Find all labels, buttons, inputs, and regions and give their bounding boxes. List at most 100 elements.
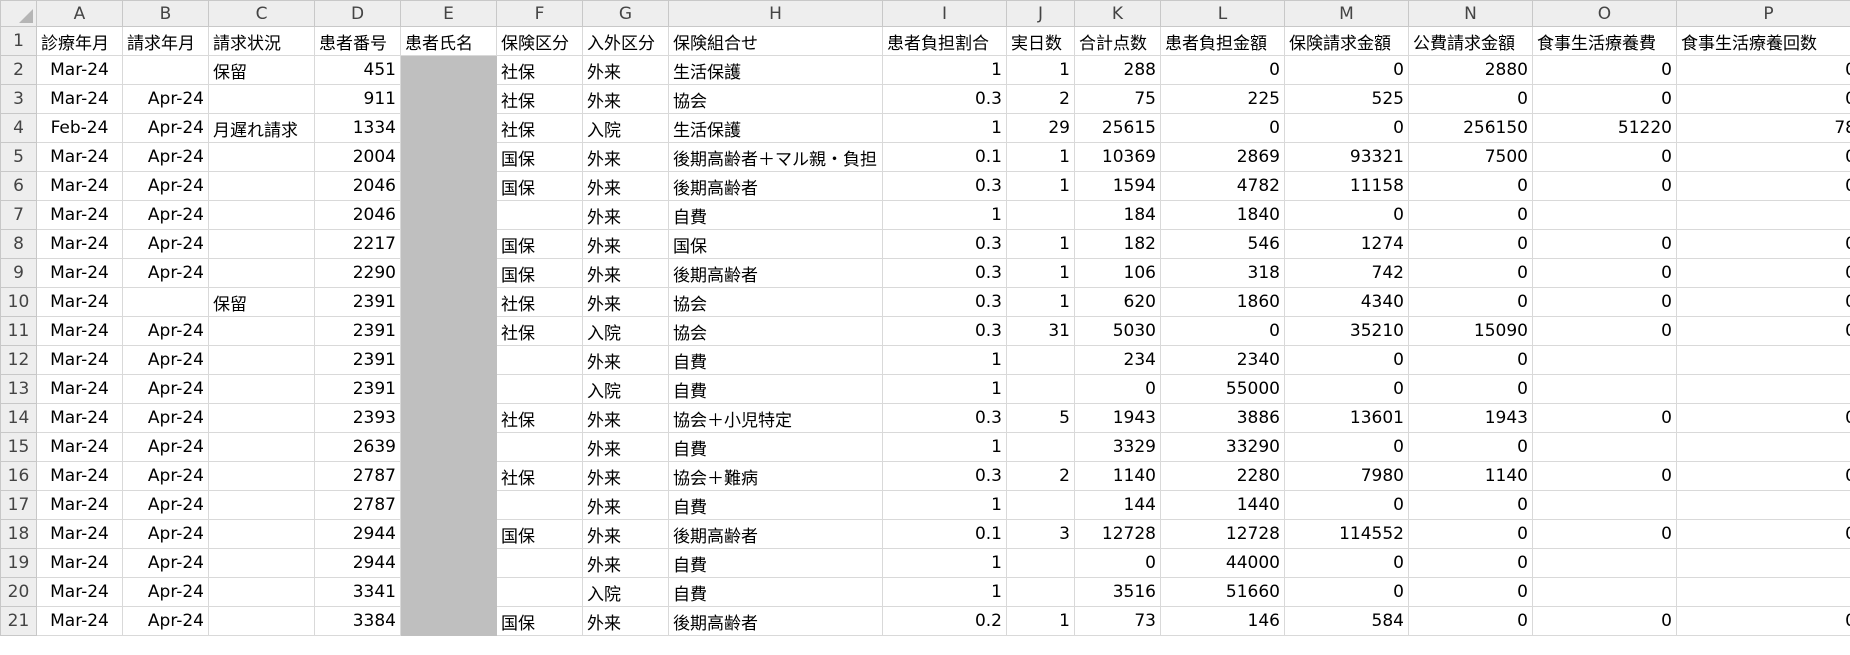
cell-L[interactable]: 2340	[1160, 345, 1285, 375]
cell-D[interactable]: 451	[314, 55, 401, 85]
column-header-L[interactable]: L	[1160, 0, 1285, 27]
cell-K[interactable]: 1594	[1074, 171, 1161, 201]
cell-O[interactable]: 0	[1532, 519, 1677, 549]
cell-L[interactable]: 4782	[1160, 171, 1285, 201]
cell-G[interactable]: 外来	[582, 548, 669, 578]
row-header[interactable]: 5	[0, 142, 37, 172]
cell-G[interactable]: 外来	[582, 432, 669, 462]
cell-A[interactable]: Mar-24	[36, 345, 123, 375]
cell-P[interactable]	[1676, 374, 1850, 404]
select-all-corner[interactable]	[0, 0, 37, 27]
cell-I[interactable]: 患者負担割合	[882, 26, 1007, 56]
cell-L[interactable]: 51660	[1160, 577, 1285, 607]
cell-A[interactable]: Feb-24	[36, 113, 123, 143]
cell-F[interactable]	[496, 345, 583, 375]
cell-O[interactable]: 0	[1532, 461, 1677, 491]
cell-B[interactable]	[122, 55, 209, 85]
cell-L[interactable]: 146	[1160, 606, 1285, 636]
cell-M[interactable]: 0	[1284, 200, 1409, 230]
row-header[interactable]: 19	[0, 548, 37, 578]
cell-N[interactable]: 1943	[1408, 403, 1533, 433]
cell-A[interactable]: Mar-24	[36, 374, 123, 404]
cell-F[interactable]: 社保	[496, 55, 583, 85]
cell-M[interactable]: 保険請求金額	[1284, 26, 1409, 56]
cell-H[interactable]: 後期高齢者	[668, 606, 883, 636]
cell-G[interactable]: 入院	[582, 374, 669, 404]
cell-A[interactable]: Mar-24	[36, 171, 123, 201]
cell-K[interactable]: 288	[1074, 55, 1161, 85]
cell-I[interactable]: 1	[882, 490, 1007, 520]
cell-J[interactable]: 1	[1006, 258, 1075, 288]
cell-L[interactable]: 患者負担金額	[1160, 26, 1285, 56]
cell-E[interactable]	[400, 548, 497, 578]
cell-C[interactable]	[208, 519, 315, 549]
cell-M[interactable]: 114552	[1284, 519, 1409, 549]
cell-A[interactable]: Mar-24	[36, 432, 123, 462]
cell-N[interactable]: 公費請求金額	[1408, 26, 1533, 56]
cell-O[interactable]: 食事生活療養費	[1532, 26, 1677, 56]
cell-I[interactable]: 0.1	[882, 142, 1007, 172]
column-header-O[interactable]: O	[1532, 0, 1677, 27]
cell-M[interactable]: 35210	[1284, 316, 1409, 346]
cell-I[interactable]: 1	[882, 345, 1007, 375]
cell-D[interactable]: 2290	[314, 258, 401, 288]
cell-P[interactable]: 0	[1676, 171, 1850, 201]
cell-K[interactable]: 75	[1074, 84, 1161, 114]
cell-F[interactable]: 社保	[496, 461, 583, 491]
column-header-K[interactable]: K	[1074, 0, 1161, 27]
cell-O[interactable]: 0	[1532, 258, 1677, 288]
cell-D[interactable]: 2944	[314, 519, 401, 549]
cell-G[interactable]: 入外区分	[582, 26, 669, 56]
cell-A[interactable]: Mar-24	[36, 229, 123, 259]
cell-D[interactable]: 1334	[314, 113, 401, 143]
cell-L[interactable]: 55000	[1160, 374, 1285, 404]
cell-I[interactable]: 0.2	[882, 606, 1007, 636]
cell-M[interactable]: 0	[1284, 548, 1409, 578]
cell-F[interactable]: 国保	[496, 258, 583, 288]
cell-C[interactable]	[208, 548, 315, 578]
cell-L[interactable]: 318	[1160, 258, 1285, 288]
cell-M[interactable]: 0	[1284, 345, 1409, 375]
cell-K[interactable]: 1943	[1074, 403, 1161, 433]
cell-J[interactable]	[1006, 432, 1075, 462]
cell-L[interactable]: 0	[1160, 55, 1285, 85]
cell-G[interactable]: 入院	[582, 316, 669, 346]
cell-E[interactable]	[400, 374, 497, 404]
cell-J[interactable]: 1	[1006, 606, 1075, 636]
cell-J[interactable]: 2	[1006, 84, 1075, 114]
cell-H[interactable]: 自費	[668, 548, 883, 578]
row-header[interactable]: 14	[0, 403, 37, 433]
cell-D[interactable]: 3384	[314, 606, 401, 636]
cell-J[interactable]: 1	[1006, 287, 1075, 317]
cell-B[interactable]: Apr-24	[122, 519, 209, 549]
row-header[interactable]: 17	[0, 490, 37, 520]
cell-P[interactable]: 0	[1676, 229, 1850, 259]
cell-L[interactable]: 3886	[1160, 403, 1285, 433]
cell-O[interactable]: 0	[1532, 84, 1677, 114]
cell-C[interactable]	[208, 345, 315, 375]
cell-F[interactable]	[496, 490, 583, 520]
cell-G[interactable]: 外来	[582, 287, 669, 317]
cell-L[interactable]: 1860	[1160, 287, 1285, 317]
cell-K[interactable]: 0	[1074, 374, 1161, 404]
row-header[interactable]: 12	[0, 345, 37, 375]
column-header-I[interactable]: I	[882, 0, 1007, 27]
cell-K[interactable]: 182	[1074, 229, 1161, 259]
cell-B[interactable]: Apr-24	[122, 432, 209, 462]
cell-E[interactable]	[400, 84, 497, 114]
cell-J[interactable]	[1006, 577, 1075, 607]
cell-B[interactable]: Apr-24	[122, 403, 209, 433]
cell-N[interactable]: 1140	[1408, 461, 1533, 491]
cell-D[interactable]: 2391	[314, 287, 401, 317]
column-header-E[interactable]: E	[400, 0, 497, 27]
row-header[interactable]: 20	[0, 577, 37, 607]
cell-D[interactable]: 2391	[314, 316, 401, 346]
column-header-C[interactable]: C	[208, 0, 315, 27]
cell-B[interactable]: Apr-24	[122, 258, 209, 288]
cell-K[interactable]: 144	[1074, 490, 1161, 520]
cell-F[interactable]	[496, 548, 583, 578]
cell-C[interactable]	[208, 316, 315, 346]
cell-N[interactable]: 0	[1408, 345, 1533, 375]
cell-K[interactable]: 620	[1074, 287, 1161, 317]
cell-G[interactable]: 外来	[582, 403, 669, 433]
